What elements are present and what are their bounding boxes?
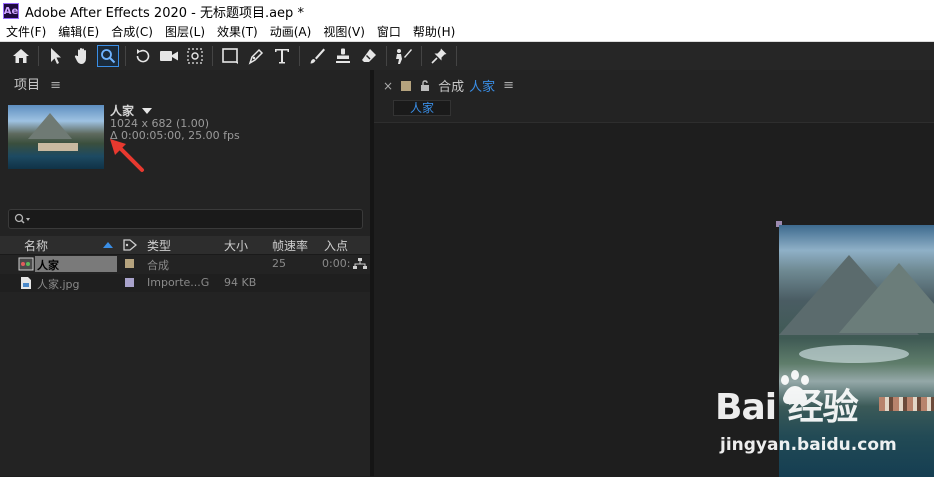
arrow-pointer-icon (51, 48, 61, 64)
toolbar-separator (456, 46, 457, 66)
rotation-tool-button[interactable] (132, 45, 154, 67)
search-icon (14, 213, 30, 224)
watermark-site: jingyan.baidu.com (720, 435, 897, 455)
image-file-icon (21, 277, 31, 289)
menu-help[interactable]: 帮助(H) (407, 23, 461, 40)
lock-icon[interactable] (420, 79, 430, 92)
red-annotation-arrow-icon (110, 139, 144, 172)
menu-composition[interactable]: 合成(C) (105, 23, 159, 40)
zoom-tool-button[interactable] (97, 45, 119, 67)
panel-menu-icon[interactable]: ≡ (503, 78, 514, 93)
video-camera-icon (160, 51, 178, 61)
brush-tool-button[interactable] (306, 45, 328, 67)
menu-view[interactable]: 视图(V) (317, 23, 371, 40)
menu-bar: 文件(F) 编辑(E) 合成(C) 图层(L) 效果(T) 动画(A) 视图(V… (0, 22, 934, 42)
toolbar-separator (421, 46, 422, 66)
row-name: 人家.jpg (37, 278, 80, 291)
caret-down-icon[interactable] (142, 107, 153, 115)
comp-tab-prefix: 合成 (438, 80, 465, 95)
composition-panel-tab[interactable]: × 合成 人家 ≡ (383, 76, 514, 95)
type-tool-button[interactable] (271, 45, 293, 67)
column-name[interactable]: 名称 (24, 237, 48, 254)
toolbar-separator (386, 46, 387, 66)
column-size[interactable]: 大小 (224, 237, 248, 254)
menu-layer[interactable]: 图层(L) (159, 23, 211, 40)
flowchart-icon[interactable] (353, 258, 367, 270)
table-row[interactable]: 人家 合成 25 0:00: (0, 255, 370, 273)
stamp-icon (336, 48, 350, 63)
menu-file[interactable]: 文件(F) (0, 23, 52, 40)
column-frame-rate[interactable]: 帧速率 (272, 237, 308, 254)
label-color-swatch[interactable] (125, 259, 134, 268)
clone-stamp-tool-button[interactable] (332, 45, 354, 67)
window-title: Adobe After Effects 2020 - 无标题项目.aep * (25, 5, 304, 21)
type-t-icon (275, 49, 289, 64)
magnifier-icon (101, 49, 116, 64)
pushpin-icon (431, 48, 447, 64)
composition-icon (18, 257, 34, 271)
panel-menu-icon[interactable]: ≡ (50, 78, 61, 93)
tools-toolbar (0, 42, 934, 70)
eraser-icon (362, 49, 376, 62)
row-in-point: 0:00: (322, 257, 351, 270)
toolbar-separator (299, 46, 300, 66)
rotate-icon (136, 49, 150, 63)
comp-label-swatch (401, 80, 412, 91)
menu-effect[interactable]: 效果(T) (211, 23, 264, 40)
home-icon (13, 49, 29, 63)
asset-name: 人家 (110, 104, 135, 118)
label-tag-icon[interactable] (123, 239, 137, 251)
roto-brush-tool-button[interactable] (393, 45, 415, 67)
camera-tool-button[interactable] (158, 45, 180, 67)
viewer-comp-breadcrumb[interactable]: 人家 (393, 100, 451, 116)
row-size: 94 KB (224, 276, 257, 289)
hand-tool-button[interactable] (71, 45, 93, 67)
pen-tool-button[interactable] (245, 45, 267, 67)
thumbnail-mountain (28, 113, 72, 139)
row-frame-rate: 25 (272, 257, 286, 270)
rectangle-tool-button[interactable] (219, 45, 241, 67)
image-mountain (839, 263, 934, 333)
project-column-header: 名称 类型 大小 帧速率 入点 (0, 236, 370, 255)
table-row[interactable]: 人家.jpg Importe...G 94 KB (0, 274, 370, 292)
pen-icon (248, 48, 264, 65)
column-in-point[interactable]: 入点 (324, 237, 348, 254)
toolbar-separator (38, 46, 39, 66)
project-tab-label: 项目 (14, 78, 41, 93)
watermark-brand: Bai 经验 (715, 387, 859, 428)
roto-brush-icon (396, 49, 412, 64)
image-mist (799, 345, 909, 363)
title-bar: Ae Adobe After Effects 2020 - 无标题项目.aep … (0, 0, 934, 22)
pan-behind-tool-button[interactable] (184, 45, 206, 67)
rectangle-icon (222, 48, 238, 64)
project-panel: 项目 ≡ 人家 1024 x 682 (1.00) Δ 0:00:05:00, … (0, 70, 370, 476)
puppet-pin-tool-button[interactable] (428, 45, 450, 67)
after-effects-logo-icon: Ae (3, 3, 19, 19)
label-color-swatch[interactable] (125, 278, 134, 287)
menu-animation[interactable]: 动画(A) (264, 23, 318, 40)
asset-thumbnail (8, 105, 104, 169)
comp-tab-name: 人家 (469, 80, 496, 95)
hand-icon (74, 48, 86, 64)
row-name: 人家 (37, 259, 59, 272)
menu-edit[interactable]: 编辑(E) (52, 23, 105, 40)
toolbar-separator (125, 46, 126, 66)
eraser-tool-button[interactable] (358, 45, 380, 67)
row-type: 合成 (147, 259, 169, 272)
toolbar-separator (212, 46, 213, 66)
brush-icon (310, 48, 325, 64)
close-tab-icon[interactable]: × (383, 79, 393, 93)
image-houses (879, 397, 934, 411)
selection-tool-button[interactable] (45, 45, 67, 67)
column-type[interactable]: 类型 (147, 237, 171, 254)
thumbnail-town (38, 143, 78, 151)
pan-behind-icon (187, 48, 203, 64)
project-search-input[interactable] (8, 209, 363, 229)
menu-window[interactable]: 窗口 (371, 23, 407, 40)
project-panel-tab[interactable]: 项目 ≡ (14, 74, 61, 93)
home-tool-button[interactable] (10, 45, 32, 67)
row-type: Importe...G (147, 276, 210, 289)
sort-ascending-icon[interactable] (103, 242, 113, 248)
